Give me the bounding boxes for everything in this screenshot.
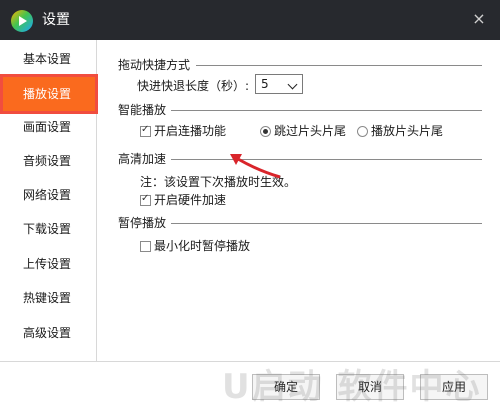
sidebar-item-download[interactable]: 下载设置 [0,212,97,246]
window-title: 设置 [42,12,70,28]
sidebar-item-upload[interactable]: 上传设置 [0,247,97,281]
play-intro-label: 播放片头片尾 [371,124,444,138]
sidebar-item-network[interactable]: 网络设置 [0,178,97,212]
seek-length-select[interactable]: 5 [255,74,303,94]
sidebar-item-advanced[interactable]: 高级设置 [0,316,97,350]
hardware-accel-checkbox[interactable] [140,193,151,206]
settings-sidebar: 基本设置 播放设置 画面设置 音频设置 网络设置 下载设置 上传设置 热键设置 … [0,40,97,361]
section-divider [171,223,482,224]
watermark: U启动 软件中心 [222,367,482,407]
skip-intro-radio[interactable] [260,126,271,137]
section-title-hd-accel: 高清加速 [118,152,167,166]
sidebar-item-hotkeys[interactable]: 热键设置 [0,281,97,315]
seek-length-label: 快进快退长度（秒）: [137,79,250,93]
chevron-down-icon [287,79,298,90]
sidebar-item-basic[interactable]: 基本设置 [0,42,97,76]
section-title-pause-play: 暂停播放 [118,216,167,230]
minimize-pause-label: 最小化时暂停播放 [154,239,251,253]
skip-intro-label: 跳过片头片尾 [274,124,347,138]
close-icon[interactable]: × [468,8,490,30]
app-logo-icon [11,10,33,32]
section-title-drag-shortcut: 拖动快捷方式 [118,58,191,72]
continuous-play-label: 开启连播功能 [154,124,227,138]
title-bar: 设置 × [0,0,500,40]
minimize-pause-checkbox[interactable] [140,241,151,252]
hardware-accel-label: 开启硬件加速 [154,193,227,207]
seek-length-value: 5 [261,77,269,91]
sidebar-item-audio[interactable]: 音频设置 [0,144,97,178]
section-title-smart-play: 智能播放 [118,103,167,117]
settings-panel: 拖动快捷方式 快进快退长度（秒）: 5 智能播放 开启连播功能 跳过片头片尾 播… [98,40,500,361]
section-divider [171,159,482,160]
sidebar-item-display[interactable]: 画面设置 [0,110,97,144]
sidebar-item-playback[interactable]: 播放设置 [3,77,95,111]
section-divider [171,110,482,111]
continuous-play-checkbox[interactable] [140,124,151,137]
section-divider [196,65,482,66]
play-intro-radio[interactable] [357,126,368,137]
annotation-arrow-icon [230,154,281,179]
